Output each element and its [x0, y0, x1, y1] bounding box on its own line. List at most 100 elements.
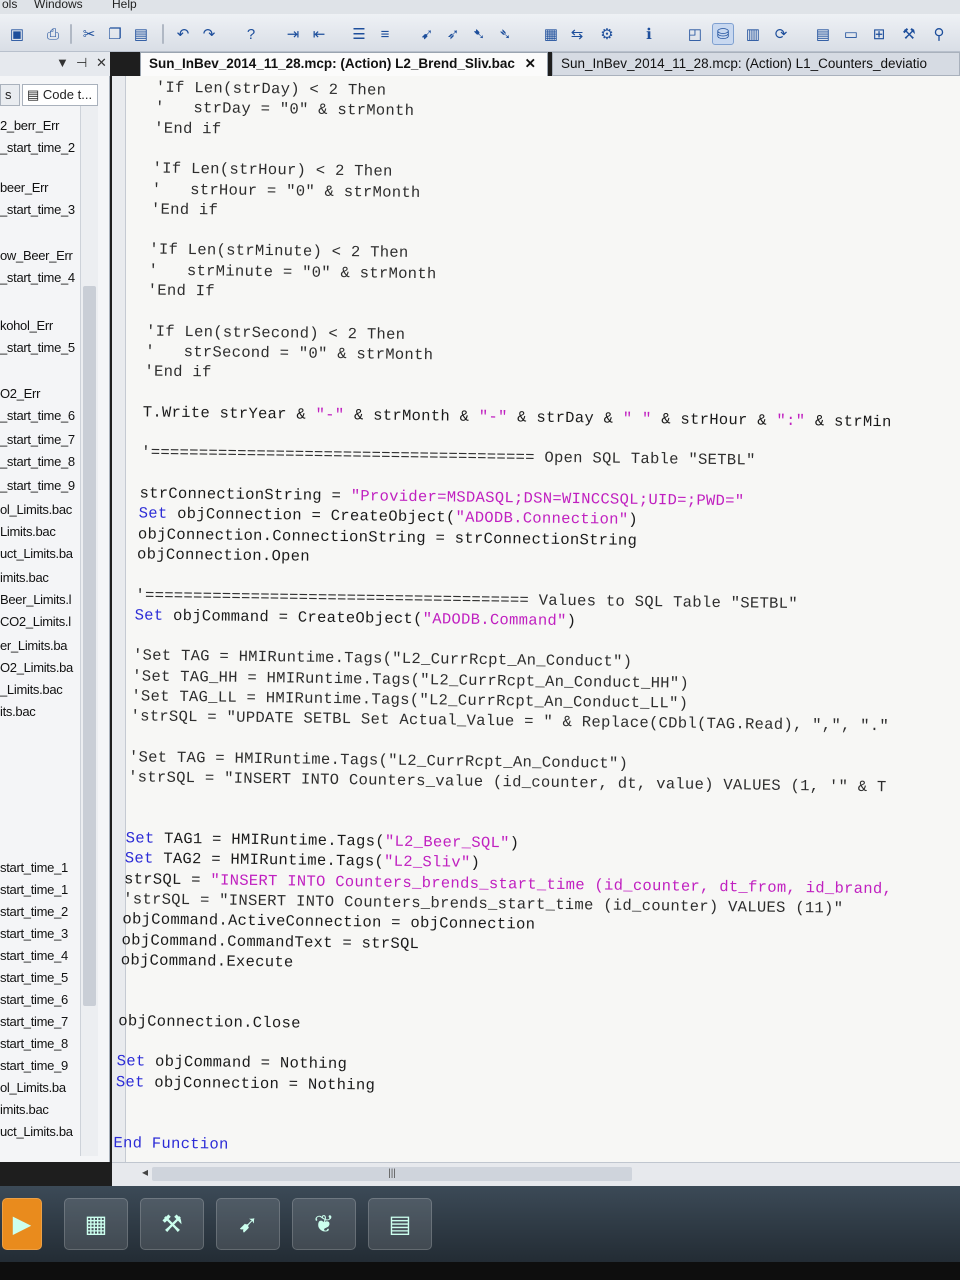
code-line[interactable]: objConnection.Close: [118, 1012, 301, 1032]
help-cursor-icon[interactable]: ?: [240, 23, 262, 45]
code-area[interactable]: 'If Len(strDay) < 2 Then ' strDay = "0" &…: [112, 76, 960, 1166]
pin-icon[interactable]: ⊣: [76, 55, 87, 71]
code-line[interactable]: 'strSQL = "INSERT INTO Counters_value (i…: [128, 768, 887, 796]
sidebar-tree-item[interactable]: _start_time_2: [0, 140, 80, 155]
vbs-icon[interactable]: ▤: [368, 1198, 432, 1250]
window-icon[interactable]: ◰: [684, 23, 706, 45]
sidebar-tree-item[interactable]: kohol_Err: [0, 318, 80, 333]
sidebar-tree-item[interactable]: start_time_5: [0, 970, 80, 985]
code-line[interactable]: objCommand.CommandText = strSQL: [121, 931, 419, 953]
code-line[interactable]: 'End if: [144, 363, 211, 382]
code-line[interactable]: Set objCommand = CreateObject("ADODB.Com…: [135, 606, 577, 630]
tab-code-templates[interactable]: ▤ Code t...: [22, 84, 98, 106]
database-icon[interactable]: ⛁: [712, 23, 734, 45]
screen-icon[interactable]: ▥: [742, 23, 764, 45]
sidebar-scroll-thumb[interactable]: [83, 286, 96, 1006]
code-editor[interactable]: 'If Len(strDay) < 2 Then ' strDay = "0" &…: [112, 76, 960, 1166]
code-line[interactable]: T.Write strYear & "-" & strMonth & "-" &…: [143, 403, 892, 431]
settings-icon[interactable]: ⚙: [596, 23, 618, 45]
code-line[interactable]: 'strSQL = "UPDATE SETBL Set Actual_Value…: [130, 708, 889, 736]
sidebar-tree-item[interactable]: _start_time_4: [0, 270, 80, 285]
tool-icon[interactable]: ⚒: [898, 23, 920, 45]
sidebar-tree-item[interactable]: Beer_Limits.l: [0, 592, 80, 607]
indent-icon[interactable]: ⇥: [282, 23, 304, 45]
sidebar-tree-item[interactable]: _start_time_7: [0, 432, 80, 447]
code-line[interactable]: 'End if: [154, 119, 221, 138]
menu-tools[interactable]: ols: [2, 0, 17, 11]
code-line[interactable]: ' strSecond = "0" & strMonth: [145, 342, 433, 364]
align-icon[interactable]: ☰: [348, 23, 370, 45]
sidebar-tree-item[interactable]: _start_time_3: [0, 202, 80, 217]
code-line[interactable]: 'If Len(strMinute) < 2 Then: [149, 241, 408, 262]
leaf-icon[interactable]: ❦: [292, 1198, 356, 1250]
sidebar-tree-item[interactable]: _start_time_9: [0, 478, 80, 493]
code-line[interactable]: Set TAG2 = HMIRuntime.Tags("L2_Sliv"): [125, 850, 480, 873]
paste-icon[interactable]: ▤: [130, 23, 152, 45]
sidebar-tree-item[interactable]: er_Limits.ba: [0, 638, 80, 653]
sidebar-tree-item[interactable]: start_time_1: [0, 860, 80, 875]
scroll-left-icon[interactable]: ◂: [142, 1165, 148, 1179]
tab-l2-brend-sliv[interactable]: Sun_InBev_2014_11_28.mcp: (Action) L2_Br…: [140, 52, 548, 76]
new-folder-icon[interactable]: ⊞: [868, 23, 890, 45]
sidebar-scrollbar[interactable]: [80, 106, 98, 1156]
wincc-icon[interactable]: ➹: [216, 1198, 280, 1250]
sidebar-tree-item[interactable]: O2_Limits.ba: [0, 660, 80, 675]
code-line[interactable]: 'End If: [148, 281, 215, 300]
code-line[interactable]: Set objConnection = Nothing: [116, 1073, 375, 1094]
bookmark-icon[interactable]: ➹: [416, 23, 438, 45]
folder-icon[interactable]: ▭: [840, 23, 862, 45]
info-icon[interactable]: ℹ: [638, 23, 660, 45]
sidebar-tree-item[interactable]: start_time_2: [0, 904, 80, 919]
sidebar-tree-item[interactable]: uct_Limits.ba: [0, 1124, 80, 1139]
copy-icon[interactable]: ❐: [104, 23, 126, 45]
sidebar-tree-item[interactable]: imits.bac: [0, 570, 80, 585]
code-line[interactable]: 'If Len(strSecond) < 2 Then: [146, 322, 405, 343]
sidebar-tree-item[interactable]: start_time_6: [0, 992, 80, 1007]
sidebar-tree-item[interactable]: 2_berr_Err: [0, 118, 80, 133]
cut-icon[interactable]: ✂: [78, 23, 100, 45]
close-icon[interactable]: ✕: [525, 56, 536, 71]
refresh-icon[interactable]: ⟳: [770, 23, 792, 45]
code-line[interactable]: objConnection.Open: [137, 545, 310, 565]
sidebar-tree-item[interactable]: start_time_4: [0, 948, 80, 963]
code-line[interactable]: Set TAG1 = HMIRuntime.Tags("L2_Beer_SQL"…: [126, 829, 520, 852]
outdent-icon[interactable]: ⇤: [308, 23, 330, 45]
clear-bookmark-icon[interactable]: ➴: [494, 23, 516, 45]
start-media-icon[interactable]: ▶: [2, 1198, 42, 1250]
sidebar-tree-item[interactable]: beer_Err: [0, 180, 80, 195]
sidebar-tree-item[interactable]: _start_time_8: [0, 454, 80, 469]
code-line[interactable]: '=======================================…: [141, 444, 756, 470]
menu-help[interactable]: Help: [112, 0, 137, 11]
sidebar-tree-item[interactable]: start_time_9: [0, 1058, 80, 1073]
compile-icon[interactable]: ▦: [540, 23, 562, 45]
horizontal-scroll-thumb[interactable]: |||: [152, 1167, 632, 1181]
print-icon[interactable]: ⎙: [42, 23, 64, 45]
horizontal-scrollbar[interactable]: ◂ |||: [112, 1162, 960, 1186]
dropdown-icon[interactable]: ▼: [56, 55, 69, 70]
sidebar-tree-item[interactable]: its.bac: [0, 704, 80, 719]
code-line[interactable]: 'End if: [151, 200, 218, 219]
sidebar-tree-item[interactable]: _Limits.bac: [0, 682, 80, 697]
sidebar-tree-item[interactable]: _start_time_5: [0, 340, 80, 355]
sidebar-tree-item[interactable]: Limits.bac: [0, 524, 80, 539]
code-line[interactable]: 'If Len(strHour) < 2 Then: [152, 160, 392, 181]
redo-icon[interactable]: ↷: [198, 23, 220, 45]
sidebar-tree-item[interactable]: CO2_Limits.l: [0, 614, 80, 629]
sidebar-tree-item[interactable]: O2_Err: [0, 386, 80, 401]
compass-icon[interactable]: ⚲: [928, 23, 950, 45]
sidebar-tree-item[interactable]: ol_Limits.ba: [0, 1080, 80, 1095]
code-line[interactable]: ' strDay = "0" & strMonth: [155, 99, 414, 120]
undo-icon[interactable]: ↶: [172, 23, 194, 45]
close-icon[interactable]: ✕: [96, 55, 107, 71]
format-icon[interactable]: ≡: [374, 23, 396, 45]
save-icon[interactable]: ▣: [6, 23, 28, 45]
sidebar-tree-item[interactable]: _start_time_6: [0, 408, 80, 423]
sidebar-tree-item[interactable]: imits.bac: [0, 1102, 80, 1117]
code-line[interactable]: End Function: [113, 1134, 228, 1154]
code-line[interactable]: 'If Len(strDay) < 2 Then: [156, 79, 387, 100]
code-line[interactable]: Set objCommand = Nothing: [117, 1053, 348, 1074]
code-line[interactable]: objCommand.ActiveConnection = objConnect…: [122, 911, 535, 934]
code-line[interactable]: ' strMinute = "0" & strMonth: [148, 261, 436, 283]
prev-bookmark-icon[interactable]: ➷: [468, 23, 490, 45]
tab-tags[interactable]: s: [0, 84, 20, 106]
